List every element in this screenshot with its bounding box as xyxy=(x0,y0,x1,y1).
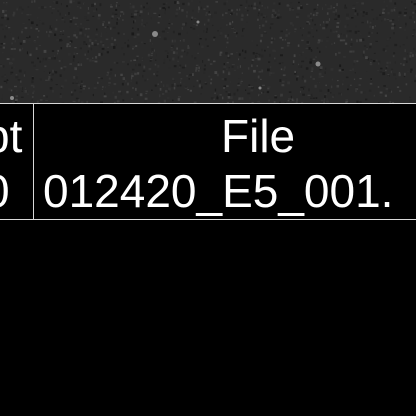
empty-area xyxy=(0,220,416,416)
column-value-file: 012420_E5_001. xyxy=(43,165,394,217)
column-value-partial: 0 xyxy=(0,168,10,214)
sem-viewer: pt 0 File 012420_E5_001. xyxy=(0,0,416,416)
column-header-partial: pt xyxy=(0,110,23,162)
sem-micrograph-image xyxy=(0,0,416,103)
column-header-file: File xyxy=(221,110,296,162)
info-databar: pt 0 File 012420_E5_001. xyxy=(0,103,416,220)
micrograph-noise xyxy=(0,0,416,103)
column-divider xyxy=(33,104,34,219)
